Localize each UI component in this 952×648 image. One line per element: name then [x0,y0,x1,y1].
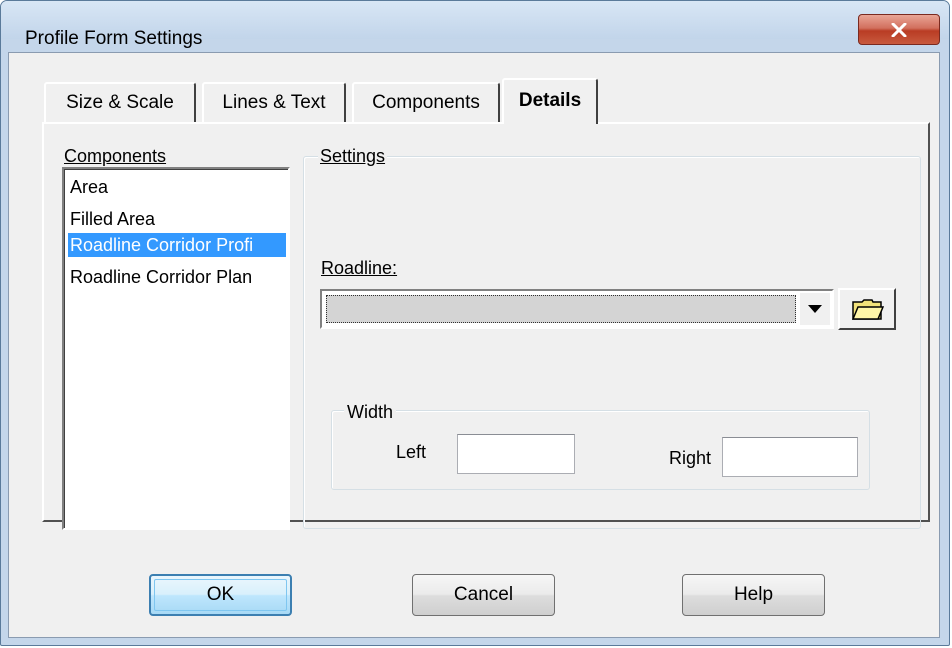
roadline-dropdown-value[interactable] [326,295,796,323]
components-label: Components [64,146,167,166]
settings-group-label: Settings [318,146,388,166]
left-label: Left [396,442,427,462]
tab-size-scale[interactable]: Size & Scale [44,82,196,122]
ok-button[interactable]: OK [149,574,292,616]
width-group-label: Width [344,402,397,422]
tab-lines-text[interactable]: Lines & Text [202,82,346,122]
help-button[interactable]: Help [682,574,825,616]
tab-components[interactable]: Components [352,82,500,122]
close-button[interactable] [858,14,940,45]
ok-button-label: OK [206,584,235,605]
help-button-label: Help [733,584,774,605]
roadline-label: Roadline: [321,258,398,278]
list-item[interactable]: Filled Area [68,207,286,231]
roadline-dropdown[interactable] [320,289,834,329]
folder-icon [852,299,884,320]
components-listbox[interactable]: Area Filled Area Roadline Corridor Profi… [62,167,290,530]
chevron-down-icon [808,305,822,313]
list-item[interactable]: Area [68,175,286,199]
window-title: Profile Form Settings [25,28,203,49]
title-bar[interactable]: Profile Form Settings [1,1,949,49]
close-icon [891,23,907,37]
list-item-selected[interactable]: Roadline Corridor Profi [68,233,286,257]
list-item[interactable]: Roadline Corridor Plan [68,265,286,289]
right-width-input[interactable] [722,437,858,477]
browse-folder-button[interactable] [838,288,896,330]
right-label: Right [669,448,712,468]
dropdown-arrow-button[interactable] [800,293,830,325]
left-width-input[interactable] [457,434,575,474]
cancel-button-label: Cancel [453,584,514,605]
tab-details[interactable]: Details [502,78,598,124]
cancel-button[interactable]: Cancel [412,574,555,616]
